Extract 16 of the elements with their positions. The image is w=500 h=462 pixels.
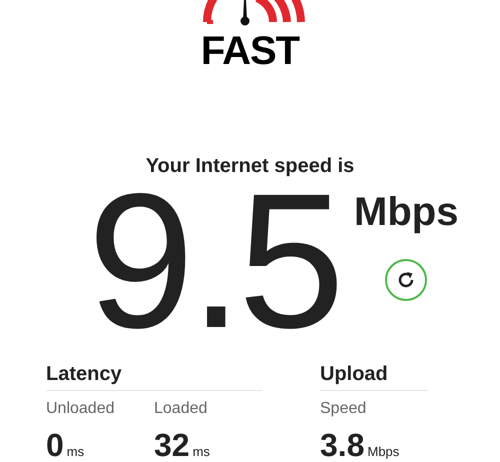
metric-label: Speed: [320, 401, 366, 417]
metric-label: Loaded: [154, 401, 208, 417]
logo-text: FAST: [200, 31, 300, 71]
headline: Your Internet speed is: [146, 156, 354, 176]
speed-unit: Mbps: [354, 192, 458, 232]
speed-value: 9.5: [88, 186, 340, 336]
metric-unit: ms: [192, 445, 210, 458]
metric-value: 32: [154, 429, 190, 461]
metric-label: Unloaded: [46, 401, 114, 417]
metric-value: 3.8: [320, 429, 364, 461]
section-title: Latency: [46, 364, 262, 391]
metric-unit: Mbps: [367, 445, 400, 458]
refresh-button[interactable]: [385, 259, 428, 301]
section-title: Upload: [320, 364, 428, 391]
metric-value: 0: [46, 429, 64, 461]
metric-unit: ms: [66, 445, 84, 458]
